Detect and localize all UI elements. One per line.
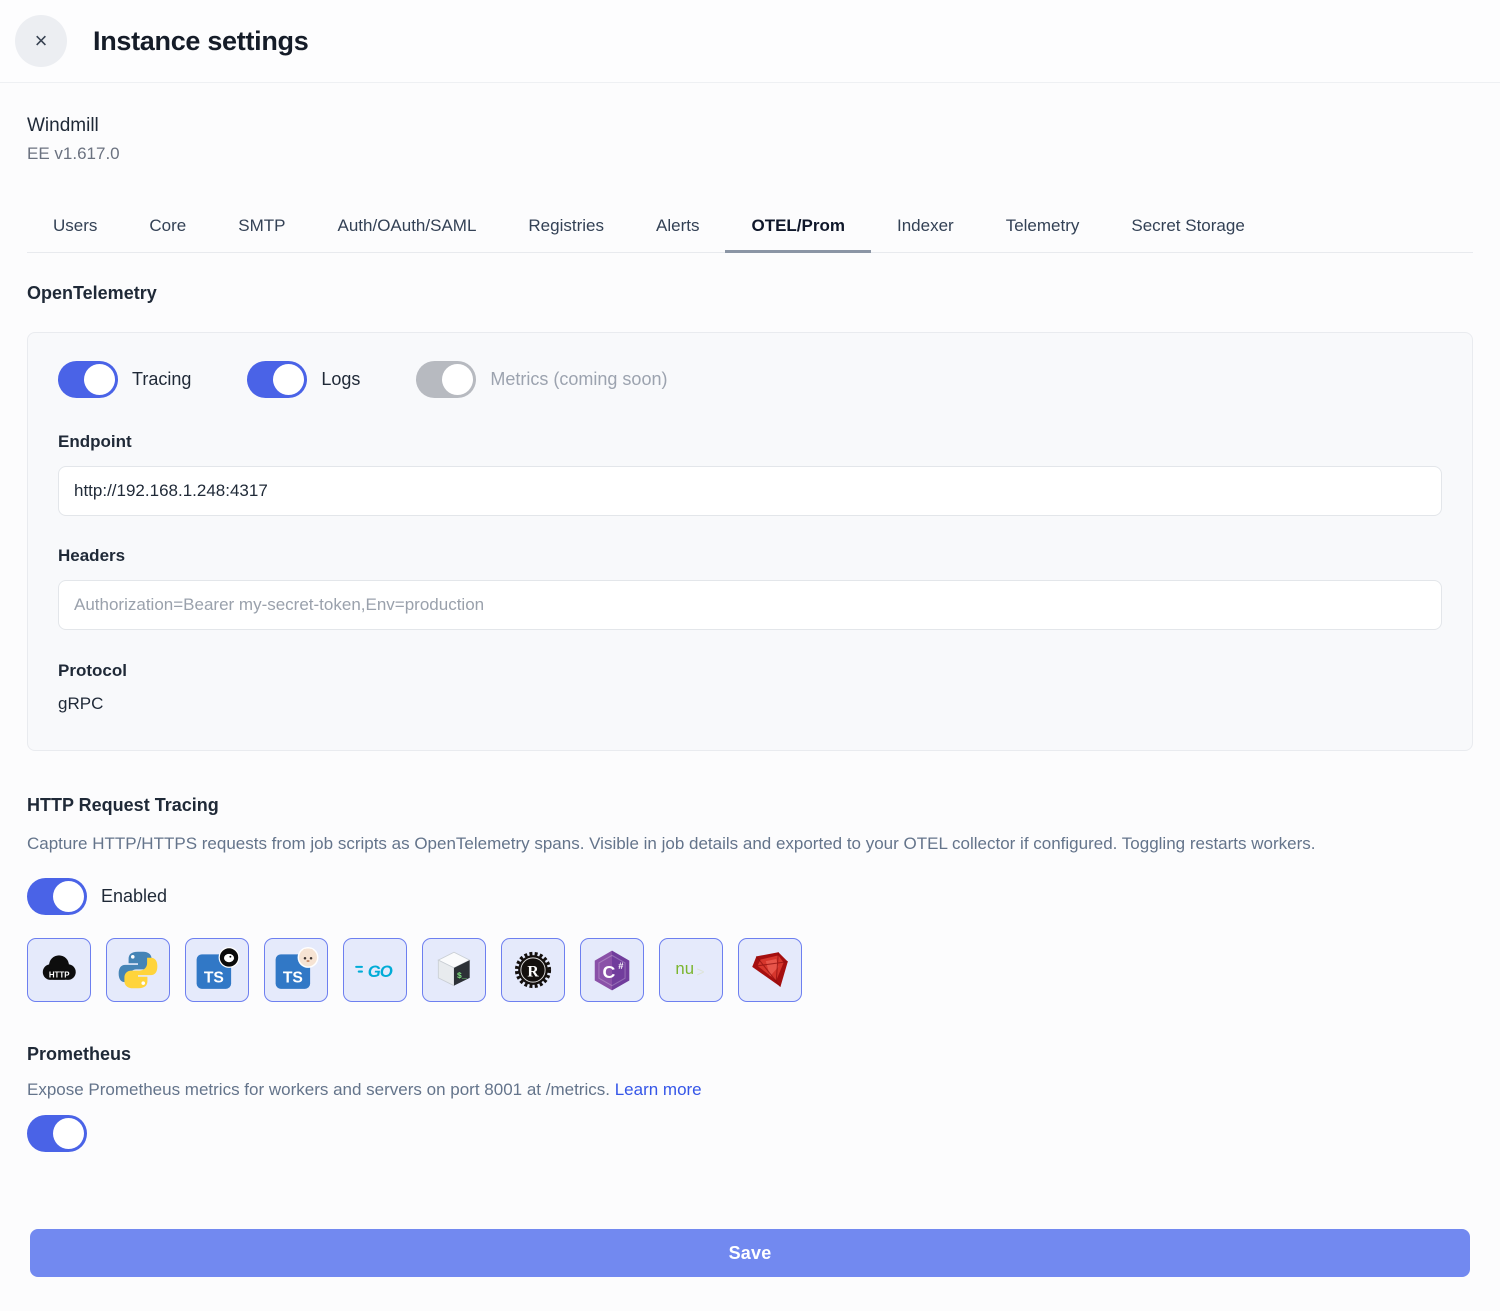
- header: × Instance settings: [0, 0, 1500, 83]
- rust-icon: R: [510, 947, 556, 993]
- ruby-icon: [747, 947, 793, 993]
- main-content: Windmill EE v1.617.0 Users Core SMTP Aut…: [0, 115, 1500, 1277]
- svg-text:R: R: [527, 963, 539, 980]
- page-title: Instance settings: [93, 26, 308, 57]
- opentelemetry-title: OpenTelemetry: [27, 283, 1473, 304]
- lang-button-python[interactable]: [106, 938, 170, 1002]
- prometheus-toggle[interactable]: [27, 1115, 87, 1152]
- tab-core[interactable]: Core: [123, 202, 212, 253]
- lang-button-csharp[interactable]: C #: [580, 938, 644, 1002]
- tab-otel-prom[interactable]: OTEL/Prom: [725, 202, 871, 253]
- instance-info: Windmill EE v1.617.0: [27, 115, 1473, 164]
- lang-button-rust[interactable]: R: [501, 938, 565, 1002]
- metrics-toggle-group: Metrics (coming soon): [416, 361, 667, 398]
- protocol-value: gRPC: [58, 694, 1442, 714]
- tracing-toggle-group: Tracing: [58, 361, 191, 398]
- tab-alerts[interactable]: Alerts: [630, 202, 725, 253]
- svg-text:TS: TS: [204, 970, 224, 987]
- close-icon: ×: [35, 28, 48, 54]
- prometheus-title: Prometheus: [27, 1044, 1473, 1065]
- protocol-label: Protocol: [58, 661, 1442, 681]
- svg-text:>: >: [696, 964, 704, 979]
- tab-registries[interactable]: Registries: [502, 202, 630, 253]
- svg-text:C: C: [602, 962, 615, 982]
- lang-button-http[interactable]: HTTP: [27, 938, 91, 1002]
- otel-toggle-row: Tracing Logs Metrics (coming soon): [58, 361, 1442, 398]
- logs-toggle[interactable]: [247, 361, 307, 398]
- tracing-label: Tracing: [132, 369, 191, 390]
- nushell-icon: nu >: [668, 947, 714, 993]
- learn-more-link[interactable]: Learn more: [615, 1080, 702, 1099]
- headers-label: Headers: [58, 546, 1442, 566]
- toggle-knob: [53, 1118, 84, 1149]
- language-button-row: HTTP TS: [27, 938, 1473, 1002]
- svg-text:GO: GO: [368, 962, 393, 981]
- settings-tabs: Users Core SMTP Auth/OAuth/SAML Registri…: [27, 202, 1473, 253]
- lang-button-deno[interactable]: TS: [185, 938, 249, 1002]
- bash-shell-icon: $_: [431, 947, 477, 993]
- enabled-toggle-group: Enabled: [27, 878, 1473, 915]
- lang-button-bun[interactable]: TS: [264, 938, 328, 1002]
- endpoint-input[interactable]: [58, 466, 1442, 516]
- toggle-knob: [442, 364, 473, 395]
- enabled-label: Enabled: [101, 886, 167, 907]
- go-icon: GO: [352, 947, 398, 993]
- lang-button-bash[interactable]: $_: [422, 938, 486, 1002]
- svg-text:HTTP: HTTP: [49, 970, 70, 979]
- lang-button-nu[interactable]: nu >: [659, 938, 723, 1002]
- tracing-toggle[interactable]: [58, 361, 118, 398]
- logs-toggle-group: Logs: [247, 361, 360, 398]
- http-request-tracing-description: Capture HTTP/HTTPS requests from job scr…: [27, 830, 1457, 857]
- prometheus-description: Expose Prometheus metrics for workers an…: [27, 1080, 1473, 1100]
- lang-button-ruby[interactable]: [738, 938, 802, 1002]
- tab-auth-oauth-saml[interactable]: Auth/OAuth/SAML: [312, 202, 503, 253]
- toggle-knob: [84, 364, 115, 395]
- lang-button-go[interactable]: GO: [343, 938, 407, 1002]
- http-icon: HTTP: [36, 947, 82, 993]
- prometheus-description-text: Expose Prometheus metrics for workers an…: [27, 1080, 610, 1099]
- tab-users[interactable]: Users: [27, 202, 123, 253]
- svg-text:nu: nu: [675, 959, 694, 978]
- bun-typescript-icon: TS: [273, 947, 319, 993]
- toggle-knob: [53, 881, 84, 912]
- metrics-toggle: [416, 361, 476, 398]
- logs-label: Logs: [321, 369, 360, 390]
- tab-secret-storage[interactable]: Secret Storage: [1105, 202, 1270, 253]
- instance-version: EE v1.617.0: [27, 144, 1473, 164]
- svg-text:$_: $_: [457, 971, 468, 981]
- endpoint-label: Endpoint: [58, 432, 1442, 452]
- instance-name: Windmill: [27, 115, 1473, 137]
- close-button[interactable]: ×: [15, 15, 67, 67]
- http-tracing-enabled-toggle[interactable]: [27, 878, 87, 915]
- save-button[interactable]: Save: [30, 1229, 1470, 1277]
- http-request-tracing-section: HTTP Request Tracing Capture HTTP/HTTPS …: [27, 795, 1473, 1002]
- csharp-icon: C #: [589, 947, 635, 993]
- tab-smtp[interactable]: SMTP: [212, 202, 311, 253]
- http-request-tracing-title: HTTP Request Tracing: [27, 795, 1473, 816]
- toggle-knob: [273, 364, 304, 395]
- opentelemetry-panel: Tracing Logs Metrics (coming soon) Endpo…: [27, 332, 1473, 751]
- svg-text:#: #: [618, 960, 624, 971]
- tab-telemetry[interactable]: Telemetry: [980, 202, 1106, 253]
- headers-input[interactable]: [58, 580, 1442, 630]
- prometheus-section: Prometheus Expose Prometheus metrics for…: [27, 1044, 1473, 1157]
- svg-text:TS: TS: [283, 970, 303, 987]
- python-icon: [115, 947, 161, 993]
- deno-typescript-icon: TS: [194, 947, 240, 993]
- metrics-label: Metrics (coming soon): [490, 369, 667, 390]
- tab-indexer[interactable]: Indexer: [871, 202, 980, 253]
